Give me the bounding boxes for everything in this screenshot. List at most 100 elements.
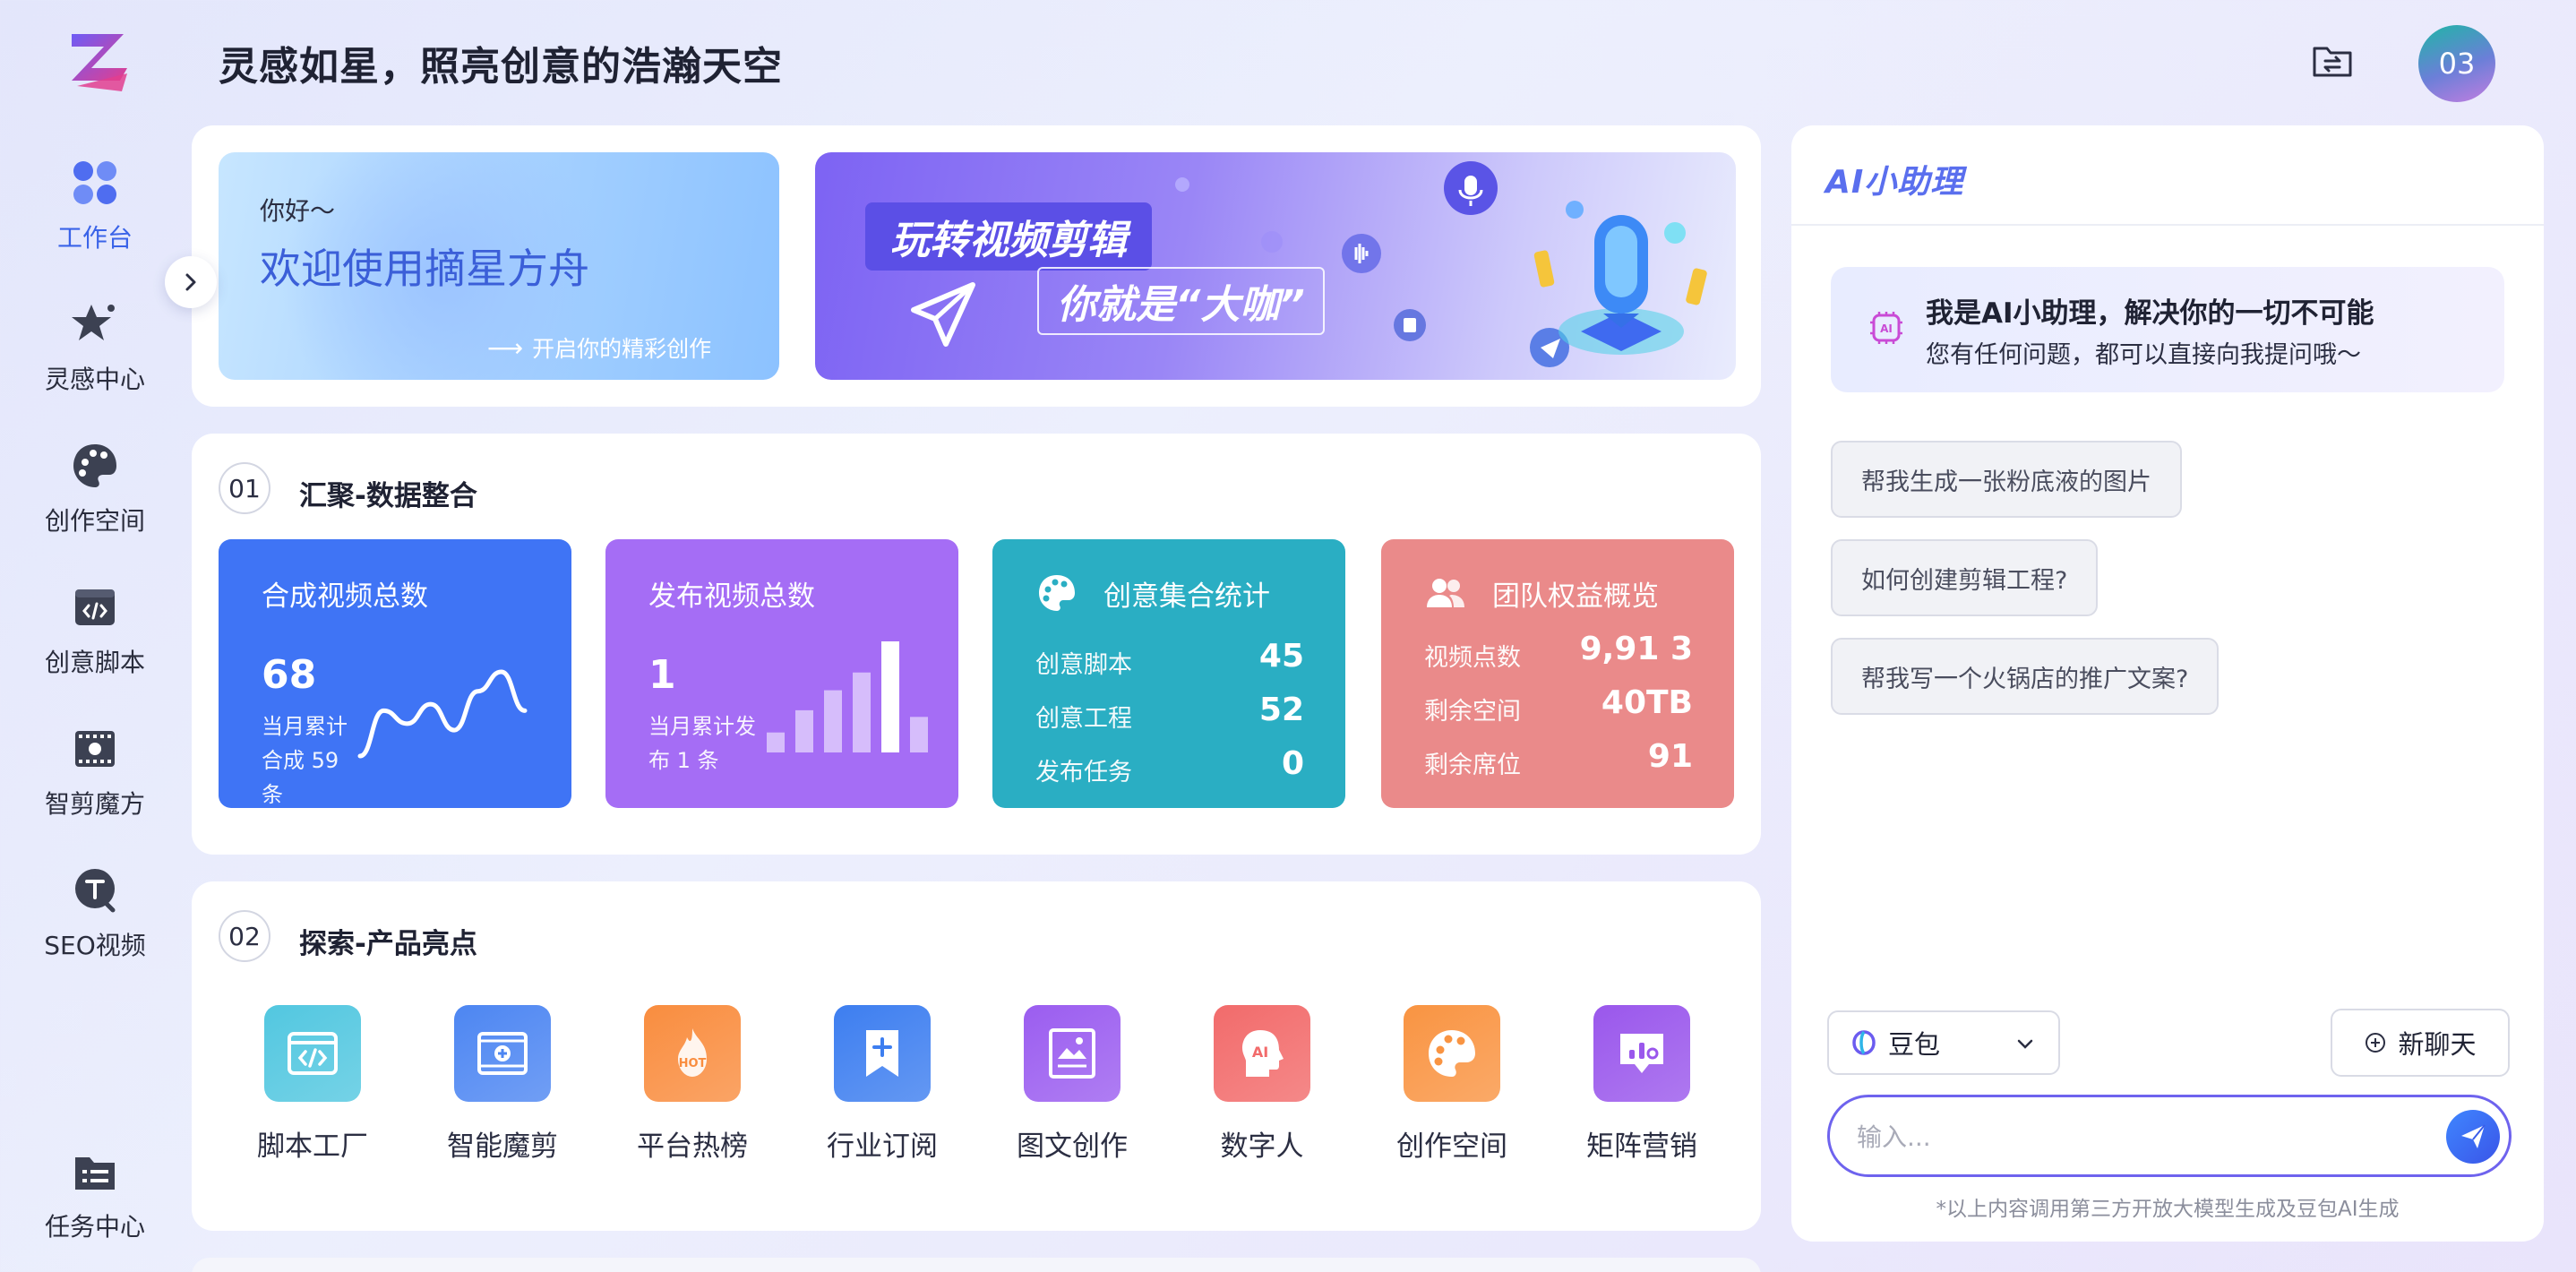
stat-row: 剩余席位 91 [1424,736,1693,781]
svg-text:AI: AI [1252,1044,1268,1061]
palette-icon [1429,1030,1475,1077]
synthesized-videos-card[interactable]: 合成视频总数 68 当月累计合成 59 条 [219,539,571,808]
stat-label: 创意工程 [1035,705,1132,733]
ai-chip-icon: AI [1870,312,1902,344]
product-label: 创作空间 [1396,1130,1507,1163]
hero-panel: 你好～ 欢迎使用摘星方舟 ⟶ 开启你的精彩创作 玩转视频剪辑 你就是“大咖” [192,125,1761,407]
task-folder-icon [75,1157,115,1190]
arrow-right-icon: ⟶ [487,333,524,363]
sidebar-item-label: 灵感中心 [44,365,145,394]
suggestion-chip[interactable]: 如何创建剪辑工程? [1831,539,2099,616]
card-title: 团队权益概览 [1492,580,1659,613]
stat-value: 52 [1258,692,1304,728]
new-chat-button[interactable]: 新聊天 [2331,1009,2510,1077]
product-icon-tile [834,1005,931,1102]
product-script-factory[interactable]: 脚本工厂 [245,1005,380,1164]
sidebar-item-label: 任务中心 [44,1212,145,1242]
chevron-right-icon [185,273,196,291]
welcome-card: 你好～ 欢迎使用摘星方舟 ⟶ 开启你的精彩创作 [219,152,779,380]
sidebar-item-seo-video[interactable]: SEO视频 [0,865,190,973]
chevron-down-icon [2017,1039,2033,1049]
sidebar-item-workbench[interactable]: 工作台 [0,158,190,265]
plus-circle-icon [2366,1033,2386,1053]
published-videos-card[interactable]: 发布视频总数 1 当月累计发布 1 条 [605,539,958,808]
send-plane-icon [2461,1124,2486,1148]
sidebar-item-task-center[interactable]: 任务中心 [0,1147,190,1254]
chart-bubble-icon [1620,1034,1663,1073]
product-label: 智能魔剪 [447,1130,558,1163]
start-creating-link[interactable]: ⟶ 开启你的精彩创作 [487,331,711,364]
sparkle-star-icon [72,305,115,340]
product-icon-tile [454,1005,551,1102]
stat-row: 视频点数 9,91 3 [1424,629,1693,674]
next-section-peek [192,1258,1761,1272]
mini-bar [795,709,813,752]
product-industry-subscribe[interactable]: 行业订阅 [815,1005,949,1164]
card-title: 发布视频总数 [648,580,815,613]
paper-plane-icon [911,282,975,347]
product-matrix-marketing[interactable]: 矩阵营销 [1575,1005,1709,1164]
banner-headline: 玩转视频剪辑 [865,202,1152,271]
app-logo [72,34,127,91]
product-label: 脚本工厂 [257,1130,368,1163]
send-button[interactable] [2446,1110,2500,1164]
team-benefits-card[interactable]: 团队权益概览 视频点数 9,91 3 剩余空间 40TB 剩余席位 91 [1381,539,1734,808]
hot-flame-icon: HOT [678,1028,707,1077]
sidebar-item-label: 工作台 [56,223,133,253]
mini-bar [824,690,842,752]
stat-value: 40TB [1601,684,1693,721]
new-chat-label: 新聊天 [2398,1029,2477,1060]
promo-banner[interactable]: 玩转视频剪辑 你就是“大咖” [815,152,1736,380]
card-value: 68 [262,652,317,698]
mini-bar [881,641,899,752]
product-label: 图文创作 [1017,1130,1128,1163]
app-root: 工作台 灵感中心 创作空间 创意脚本 智剪魔方 SEO视频 任务中心 灵感如星，… [0,0,2576,1272]
assistant-header: AI小助理 [1791,125,2544,226]
card-title: 创意集合统计 [1103,580,1270,613]
welcome-title: 欢迎使用摘星方舟 [260,245,589,293]
product-creative-space[interactable]: 创作空间 [1385,1005,1519,1164]
stat-value: 45 [1258,638,1304,675]
code-window-icon [75,589,115,625]
sidebar-item-inspiration[interactable]: 灵感中心 [0,299,190,407]
product-image-text[interactable]: 图文创作 [1005,1005,1139,1164]
sidebar-item-creative-script[interactable]: 创意脚本 [0,582,190,690]
model-select[interactable]: 豆包 [1827,1010,2060,1075]
page-title: 灵感如星，照亮创意的浩瀚天空 [219,44,783,90]
bookmark-plus-icon [866,1030,898,1077]
product-icon-tile: HOT [644,1005,741,1102]
doubao-logo-icon [1852,1030,1876,1055]
stat-label: 创意脚本 [1035,651,1132,679]
sidebar-item-smart-edit[interactable]: 智剪魔方 [0,724,190,831]
trend-sparkline [357,669,528,759]
stat-row: 剩余空间 40TB [1424,683,1693,727]
chat-input[interactable] [1857,1117,2394,1156]
avatar[interactable]: 03 [2418,25,2495,102]
users-icon [1427,579,1464,607]
stat-row: 创意工程 52 [1035,690,1304,735]
assistant-intro-subtitle: 您有任何问题，都可以直接向我提问哦～ [1926,341,2361,369]
expand-sidebar-button[interactable] [165,256,217,308]
card-title: 合成视频总数 [262,580,428,613]
sidebar-item-creative-space[interactable]: 创作空间 [0,441,190,548]
folder-switch-icon[interactable] [2311,39,2354,82]
section-number: 01 [219,462,270,514]
suggestion-chip[interactable]: 帮我生成一张粉底液的图片 [1831,441,2182,518]
suggestion-chip[interactable]: 帮我写一个火锅店的推广文案? [1831,638,2220,715]
card-subtext: 当月累计合成 59 条 [262,714,348,807]
svg-text:HOT: HOT [679,1057,707,1070]
stat-value: 0 [1281,745,1304,782]
sidebar-item-label: SEO视频 [44,931,146,960]
assistant-intro-card: AI 我是AI小助理，解决你的一切不可能 您有任何问题，都可以直接向我提问哦～ [1831,267,2504,392]
product-platform-hot[interactable]: HOT 平台热榜 [625,1005,760,1164]
product-digital-human[interactable]: AI 数字人 [1195,1005,1329,1164]
start-creating-label: 开启你的精彩创作 [532,336,712,362]
palette-icon [73,444,116,487]
creative-stats-card[interactable]: 创意集合统计 创意脚本 45 创意工程 52 发布任务 0 [992,539,1345,808]
film-icon [75,731,115,767]
mini-bar [767,732,785,752]
section-title: 探索-产品亮点 [299,928,477,960]
text-badge-icon [75,869,116,913]
assistant-brand: AI小助理 [1825,164,1964,201]
product-smart-edit[interactable]: 智能魔剪 [435,1005,570,1164]
